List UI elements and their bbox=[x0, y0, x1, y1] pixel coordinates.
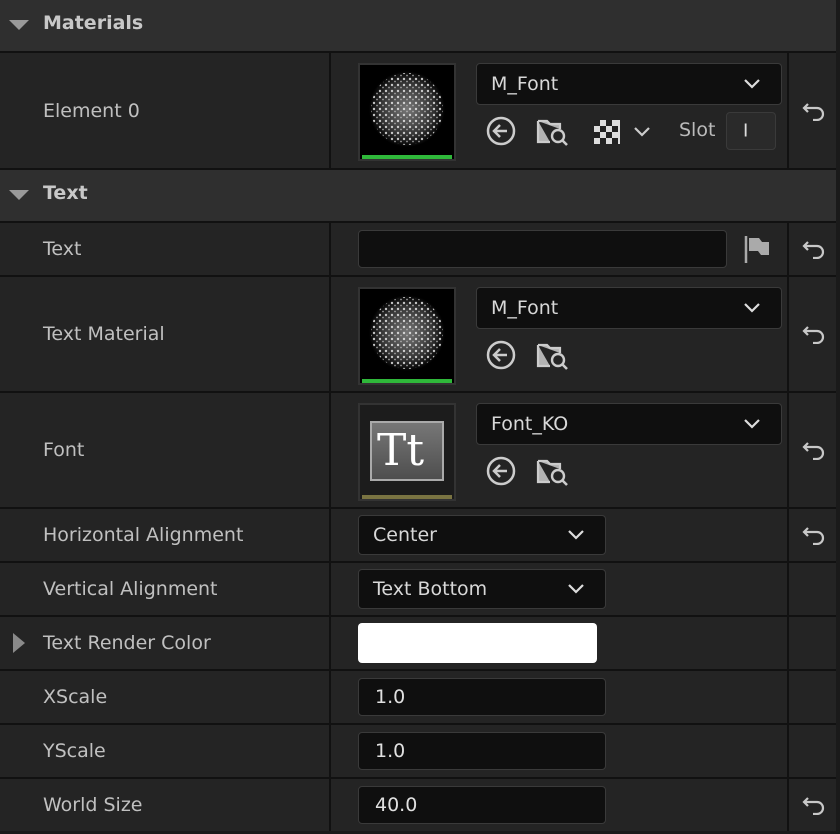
material-combo[interactable]: M_Font bbox=[476, 287, 782, 329]
slot-field[interactable]: I bbox=[726, 112, 776, 150]
numeric-value: 40.0 bbox=[375, 794, 418, 816]
slot-value: I bbox=[743, 120, 749, 142]
property-row-horizontal-alignment: Horizontal Alignment Center bbox=[0, 509, 836, 561]
property-label: Element 0 bbox=[43, 99, 140, 122]
material-thumbnail[interactable] bbox=[358, 287, 456, 385]
checkerboard-icon[interactable] bbox=[593, 119, 621, 145]
font-combo[interactable]: Font_KO bbox=[476, 403, 782, 445]
property-label: Text Material bbox=[43, 323, 165, 345]
horizontal-alignment-combo[interactable]: Center bbox=[358, 515, 606, 555]
material-combo-value: M_Font bbox=[491, 73, 559, 95]
section-title: Text bbox=[43, 182, 88, 204]
property-row-text-render-color: Text Render Color bbox=[0, 617, 836, 669]
browse-to-asset-icon[interactable] bbox=[536, 339, 570, 371]
material-type-bar bbox=[362, 379, 452, 383]
reset-to-default-icon[interactable] bbox=[802, 239, 826, 259]
section-title: Materials bbox=[43, 12, 144, 34]
property-row-text: Text bbox=[0, 223, 836, 275]
combo-value: Center bbox=[373, 524, 437, 546]
property-label: YScale bbox=[43, 740, 106, 762]
chevron-down-icon bbox=[744, 419, 760, 429]
color-swatch[interactable] bbox=[358, 623, 597, 663]
property-label: Text Render Color bbox=[43, 632, 211, 654]
use-selected-asset-icon[interactable] bbox=[485, 115, 517, 147]
material-combo[interactable]: M_Font bbox=[476, 63, 782, 105]
material-type-bar bbox=[362, 155, 452, 159]
world-size-input[interactable]: 40.0 bbox=[358, 786, 606, 824]
chevron-down-icon bbox=[568, 530, 584, 540]
combo-value: Text Bottom bbox=[373, 578, 488, 600]
use-selected-asset-icon[interactable] bbox=[485, 339, 517, 371]
reset-to-default-icon[interactable] bbox=[802, 525, 826, 545]
reset-to-default-icon[interactable] bbox=[802, 101, 826, 121]
font-thumbnail[interactable]: Tt bbox=[358, 403, 456, 501]
reset-to-default-icon[interactable] bbox=[802, 440, 826, 460]
chevron-down-icon[interactable] bbox=[633, 126, 651, 138]
chevron-down-icon bbox=[744, 303, 760, 313]
font-combo-value: Font_KO bbox=[491, 413, 569, 435]
property-row-xscale: XScale 1.0 bbox=[0, 671, 836, 723]
section-header-materials[interactable]: Materials bbox=[0, 0, 836, 51]
property-label: Text bbox=[43, 238, 82, 260]
reset-to-default-icon[interactable] bbox=[802, 324, 826, 344]
property-row-yscale: YScale 1.0 bbox=[0, 725, 836, 777]
flag-icon[interactable] bbox=[741, 233, 773, 265]
material-preview-icon bbox=[369, 295, 445, 371]
collapse-triangle-icon[interactable] bbox=[9, 190, 29, 200]
property-row-element-0: Element 0 M_Font Slot I bbox=[0, 53, 836, 168]
property-label: Font bbox=[43, 439, 85, 461]
vertical-alignment-combo[interactable]: Text Bottom bbox=[358, 569, 606, 609]
font-type-bar bbox=[362, 495, 452, 499]
use-selected-asset-icon[interactable] bbox=[485, 455, 517, 487]
yscale-input[interactable]: 1.0 bbox=[358, 732, 606, 770]
property-label: Horizontal Alignment bbox=[43, 524, 244, 546]
property-row-font: Font Tt Font_KO bbox=[0, 393, 836, 507]
property-label: XScale bbox=[43, 686, 108, 708]
numeric-value: 1.0 bbox=[375, 740, 406, 762]
slot-label: Slot bbox=[679, 119, 716, 141]
font-preview-text: Tt bbox=[377, 425, 425, 476]
property-row-vertical-alignment: Vertical Alignment Text Bottom bbox=[0, 563, 836, 615]
material-preview-icon bbox=[369, 71, 445, 147]
property-label: World Size bbox=[43, 794, 143, 816]
material-combo-value: M_Font bbox=[491, 297, 559, 319]
reset-to-default-icon[interactable] bbox=[802, 795, 826, 815]
font-preview-icon: Tt bbox=[370, 421, 444, 481]
browse-to-asset-icon[interactable] bbox=[536, 455, 570, 487]
browse-to-asset-icon[interactable] bbox=[536, 115, 570, 147]
collapse-triangle-icon[interactable] bbox=[9, 20, 29, 30]
property-row-text-material: Text Material M_Font bbox=[0, 277, 836, 391]
details-panel: Materials Element 0 M_Font Slot I Text T… bbox=[0, 0, 840, 834]
expand-triangle-icon[interactable] bbox=[13, 633, 25, 653]
property-label: Vertical Alignment bbox=[43, 578, 218, 600]
numeric-value: 1.0 bbox=[375, 686, 406, 708]
section-header-text[interactable]: Text bbox=[0, 170, 836, 221]
property-row-world-size: World Size 40.0 bbox=[0, 779, 836, 831]
text-input[interactable] bbox=[358, 230, 727, 268]
chevron-down-icon bbox=[744, 79, 760, 89]
chevron-down-icon bbox=[568, 584, 584, 594]
material-thumbnail[interactable] bbox=[358, 63, 456, 161]
xscale-input[interactable]: 1.0 bbox=[358, 678, 606, 716]
